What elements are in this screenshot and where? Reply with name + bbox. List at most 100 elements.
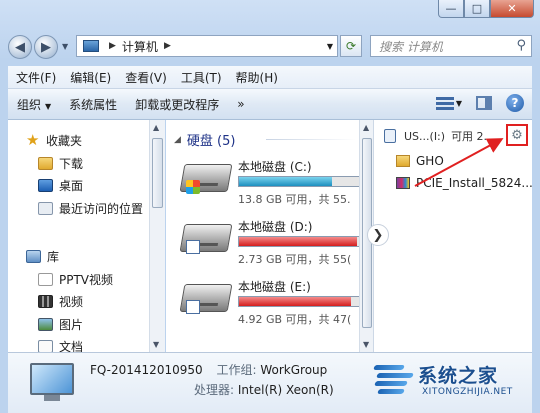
menu-view[interactable]: 查看(V) [117,69,173,86]
xitongzhijia-logo-icon [373,361,414,395]
pptv-library-icon [38,272,53,286]
drive-free-space: 4.92 GB 可用，共 47( [238,313,352,326]
nav-recent-places[interactable]: 最近访问的位置 [38,198,143,218]
computer-icon [83,40,99,52]
nav-libraries-label: 库 [47,249,60,264]
computer-name: FQ-201412010950 [90,363,203,377]
documents-library-icon [38,339,53,352]
pictures-library-icon [38,317,53,331]
breadcrumb-separator-icon[interactable]: ▶ [164,41,171,51]
usb-drive-header[interactable]: US...(I:) 可用 2. [384,128,487,144]
hard-disks-group-header[interactable]: ◢ 硬盘 (5) [174,130,235,149]
navigation-pane: ★ 收藏夹 下载 桌面 最近访问的位置 库 PPTV视频 视频 图片 文档 [8,120,149,352]
maximize-button[interactable]: □ [464,0,490,18]
watermark-title: 系统之家 [418,365,499,387]
menu-help[interactable]: 帮助(H) [228,69,284,86]
processor-value: Intel(R) Xeon(R) [237,383,334,397]
usb-free-space: 可用 2. [451,130,488,143]
content-pane: ◢ 硬盘 (5) 本地磁盘 (C:) 13.8 GB 可用，共 55. 本地磁盘… [166,120,359,352]
folder-icon [396,155,410,167]
drive-c[interactable]: 本地磁盘 (C:) 13.8 GB 可用，共 55. [172,154,359,210]
drive-usage-bar [238,176,359,187]
nav-documents-label: 文档 [59,339,84,353]
expand-chevron-icon[interactable]: ❯ [367,224,389,246]
drive-free-space: 2.73 GB 可用，共 55( [238,253,352,266]
nav-pptv[interactable]: PPTV视频 [38,269,113,289]
nav-downloads-label: 下载 [59,156,84,171]
drive-usage-bar [238,296,359,307]
recent-pages-dropdown[interactable]: ▼ [62,42,68,51]
nav-pictures[interactable]: 图片 [38,314,83,334]
drive-free-space: 13.8 GB 可用，共 55. [238,193,351,206]
drive-e[interactable]: 本地磁盘 (E:) 4.92 GB 可用，共 47( [172,274,359,330]
watermark-logo: 系统之家 XITONGZHIJIA.NET [372,355,536,409]
close-button[interactable]: ✕ [490,0,534,18]
video-library-icon [38,294,53,308]
view-options-icon[interactable] [435,96,454,110]
forward-button[interactable]: ▶ [34,35,58,59]
breadcrumb-computer[interactable]: 计算机 [122,38,158,55]
drive-usage-bar [238,236,359,247]
address-dropdown-icon[interactable]: ▼ [327,42,333,51]
usage-fill [239,177,332,186]
navigation-scrollbar[interactable]: ▲ ▼ [149,120,165,352]
organize-button[interactable]: 组织 ▼ [8,96,60,113]
navigation-row: ◀ ▶ ▼ ▶ 计算机 ▶ ▼ ⟳ 搜索 计算机 ⚲ [8,34,532,62]
back-button[interactable]: ◀ [8,35,32,59]
processor-row: 处理器: Intel(R) Xeon(R) [194,381,334,398]
file-name: GHO [416,154,444,168]
collapse-triangle-icon[interactable]: ◢ [174,135,181,145]
search-placeholder: 搜索 计算机 [379,39,443,54]
nav-pictures-label: 图片 [59,317,84,332]
file-name: PCIE_Install_5824... [416,176,532,190]
drive-name: 本地磁盘 (E:) [238,280,311,294]
address-bar[interactable]: ▶ 计算机 ▶ ▼ [76,35,338,57]
usb-file-pcie-install[interactable]: PCIE_Install_5824... [396,176,532,190]
system-properties-button[interactable]: 系统属性 [60,96,126,113]
scroll-down-icon[interactable]: ▼ [363,340,369,349]
explorer-window: — □ ✕ ◀ ▶ ▼ ▶ 计算机 ▶ ▼ ⟳ 搜索 计算机 ⚲ 文件(F) 编… [0,0,540,413]
nav-libraries[interactable]: 库 [26,246,59,266]
nav-desktop[interactable]: 桌面 [38,175,83,195]
group-title: 硬盘 (5) [186,134,236,149]
forward-arrow-icon: ▶ [41,39,51,55]
workgroup-value: WorkGroup [260,363,328,377]
scrollbar-thumb[interactable] [152,138,163,208]
help-icon[interactable]: ? [506,94,524,112]
drive-name: 本地磁盘 (D:) [238,220,313,234]
windows-logo-icon [186,180,200,194]
menu-file[interactable]: 文件(F) [8,69,62,86]
organize-label: 组织 [17,97,42,112]
search-icon[interactable]: ⚲ [516,38,526,53]
chevron-down-icon: ▼ [45,101,52,111]
search-input[interactable]: 搜索 计算机 ⚲ [370,35,532,57]
nav-recent-label: 最近访问的位置 [59,201,144,216]
breadcrumb-separator-icon[interactable]: ▶ [109,41,116,51]
more-commands-button[interactable]: » [228,97,253,111]
gear-icon[interactable]: ⚙ [506,124,528,146]
minimize-button[interactable]: — [438,0,464,18]
refresh-button[interactable]: ⟳ [340,35,362,57]
scroll-up-icon[interactable]: ▲ [153,123,159,132]
uninstall-program-button[interactable]: 卸载或更改程序 [126,96,228,113]
menu-tools[interactable]: 工具(T) [173,69,228,86]
usb-file-gho[interactable]: GHO [396,154,444,168]
usage-fill [239,297,351,306]
view-dropdown-icon[interactable]: ▼ [456,99,462,108]
scroll-down-icon[interactable]: ▼ [153,340,159,349]
nav-pptv-label: PPTV视频 [59,272,114,287]
usb-drive-label: US...(I:) [404,129,446,143]
workgroup-label: 工作组: [216,363,257,377]
archive-icon [396,177,410,189]
nav-favorites[interactable]: ★ 收藏夹 [26,130,82,150]
monitor-stand [44,395,60,401]
nav-documents[interactable]: 文档 [38,336,83,352]
nav-videos[interactable]: 视频 [38,291,83,311]
desktop-icon [38,178,53,192]
drive-d[interactable]: 本地磁盘 (D:) 2.73 GB 可用，共 55( [172,214,359,270]
scroll-up-icon[interactable]: ▲ [363,123,369,132]
nav-downloads[interactable]: 下载 [38,153,83,173]
preview-pane-icon[interactable] [476,96,492,110]
menu-edit[interactable]: 编辑(E) [62,69,117,86]
command-bar-right: ▼ ? [435,94,524,112]
